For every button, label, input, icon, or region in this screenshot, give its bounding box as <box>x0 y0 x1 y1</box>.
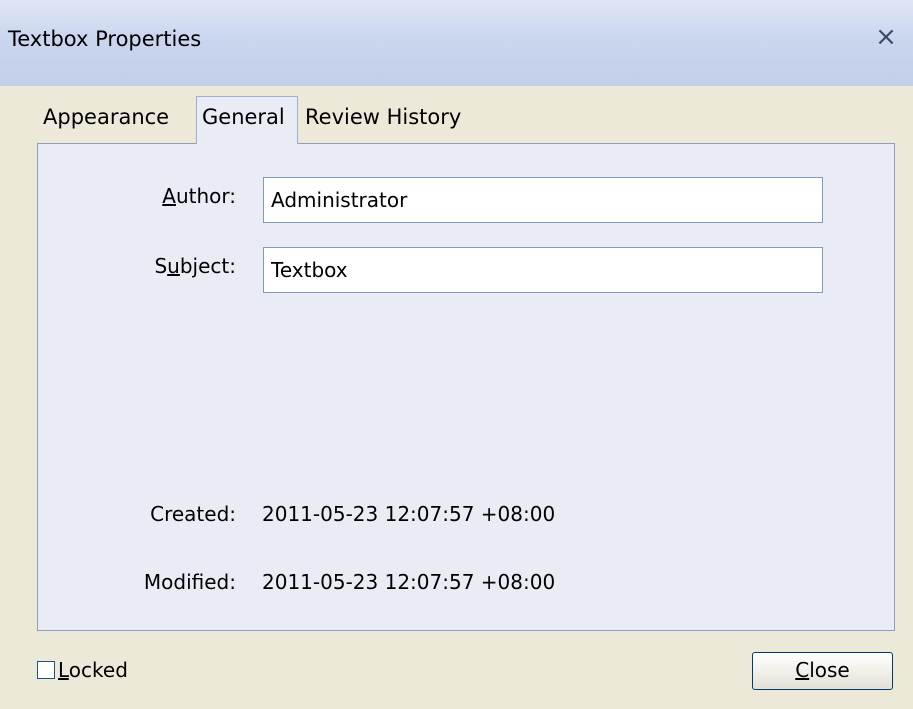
locked-label[interactable]: Locked <box>58 658 128 682</box>
tab-appearance[interactable]: Appearance <box>38 100 196 140</box>
close-button-accelerator: C <box>795 658 810 682</box>
textbox-properties-dialog: Textbox Properties × Appearance General … <box>0 0 913 709</box>
tab-review-history[interactable]: Review History <box>300 100 480 140</box>
close-icon[interactable]: × <box>873 24 899 50</box>
subject-label-accelerator: u <box>167 254 180 278</box>
window-title: Textbox Properties <box>8 27 202 51</box>
locked-label-accelerator: L <box>58 658 69 682</box>
created-label: Created: <box>150 502 236 526</box>
locked-label-text: ocked <box>68 658 128 682</box>
subject-label-prefix: S <box>154 254 168 278</box>
modified-label: Modified: <box>143 570 236 594</box>
subject-label: Subject: <box>120 254 236 278</box>
modified-value: 2011-05-23 12:07:57 +08:00 <box>262 570 556 594</box>
created-value: 2011-05-23 12:07:57 +08:00 <box>262 502 556 526</box>
author-input[interactable] <box>263 177 823 223</box>
author-label-text: uthor: <box>175 184 236 208</box>
tab-general[interactable]: General <box>196 96 298 144</box>
author-label: Author: <box>120 184 236 208</box>
subject-input[interactable] <box>263 247 823 293</box>
close-button-text: lose <box>809 658 850 682</box>
checkbox-icon[interactable] <box>37 661 55 679</box>
subject-label-text: bject: <box>179 254 236 278</box>
author-label-accelerator: A <box>162 184 176 208</box>
locked-checkbox-row[interactable]: Locked <box>37 656 128 684</box>
title-bar: Textbox Properties × <box>0 0 913 86</box>
close-button[interactable]: Close <box>752 652 893 690</box>
